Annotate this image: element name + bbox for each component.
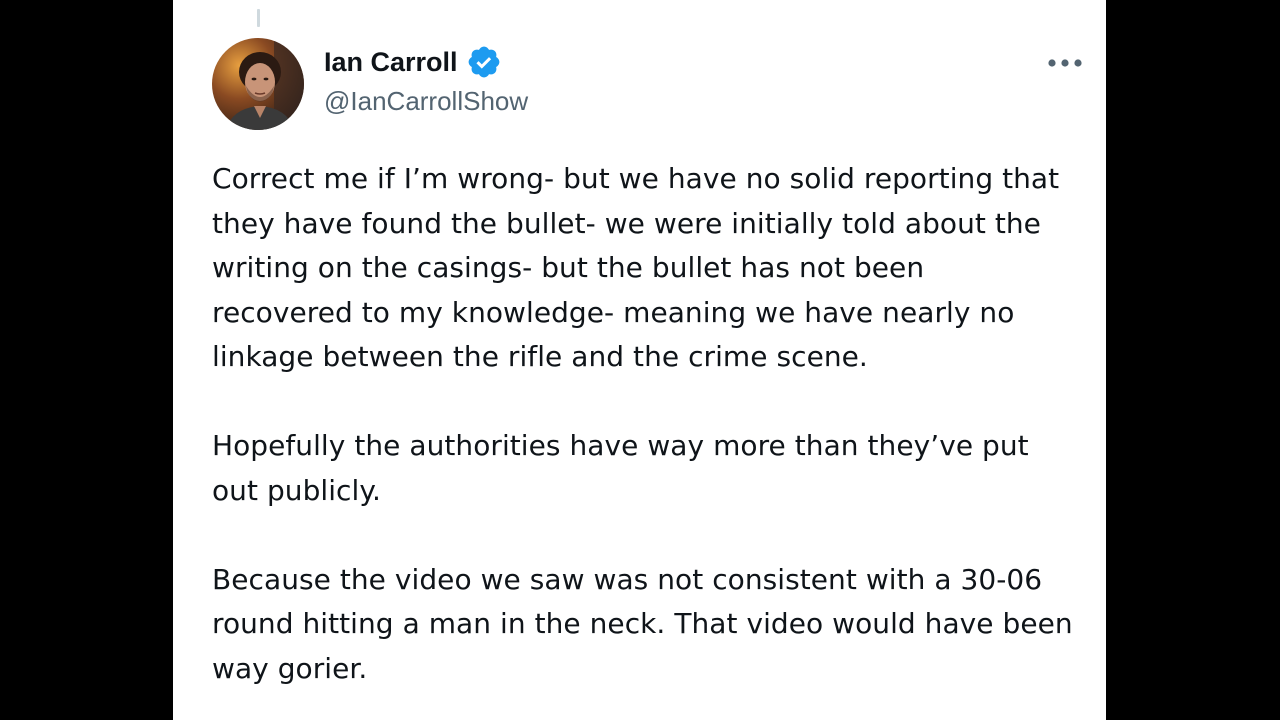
post-paragraph: Correct me if I’m wrong- but we have no … bbox=[212, 157, 1092, 380]
post-text-line: out publicly. bbox=[212, 473, 381, 507]
post-text: Correct me if I’m wrong- but we have no … bbox=[212, 157, 1092, 691]
post-text-line: they have found the bullet- we were init… bbox=[212, 206, 1041, 240]
thread-connector-line bbox=[257, 9, 260, 27]
post-text-line: Hopefully the authorities have way more … bbox=[212, 429, 1029, 462]
post-paragraph: Because the video we saw was not consist… bbox=[212, 558, 1092, 692]
video-frame: Ian Carroll @IanCarrollShow Correct me i… bbox=[0, 0, 1280, 720]
post-paragraph: Hopefully the authorities have way more … bbox=[212, 424, 1092, 513]
author-name-row: Ian Carroll bbox=[324, 40, 528, 84]
post-card: Ian Carroll @IanCarrollShow Correct me i… bbox=[173, 0, 1106, 720]
post-text-line: recovered to my knowledge- meaning we ha… bbox=[212, 295, 1015, 329]
more-options-icon bbox=[1048, 59, 1082, 67]
post-text-line: round hitting a man in the neck. That vi… bbox=[212, 607, 1073, 640]
post-text-line: Because the video we saw was not consist… bbox=[212, 562, 1043, 596]
post-text-line: way gorier. bbox=[212, 651, 368, 685]
post-text-line: Correct me if I’m wrong- but we have no … bbox=[212, 162, 1060, 195]
post-text-line: writing on the casings- but the bullet h… bbox=[212, 251, 925, 284]
author-display-name[interactable]: Ian Carroll bbox=[324, 47, 458, 78]
verified-badge-icon[interactable] bbox=[466, 44, 502, 80]
author-handle[interactable]: @IanCarrollShow bbox=[324, 86, 528, 117]
avatar-photo bbox=[212, 38, 304, 130]
post-text-line: linkage between the rifle and the crime … bbox=[212, 340, 868, 373]
more-options-button[interactable] bbox=[1045, 50, 1085, 76]
author-info: Ian Carroll @IanCarrollShow bbox=[324, 40, 528, 117]
author-avatar[interactable] bbox=[212, 38, 304, 130]
